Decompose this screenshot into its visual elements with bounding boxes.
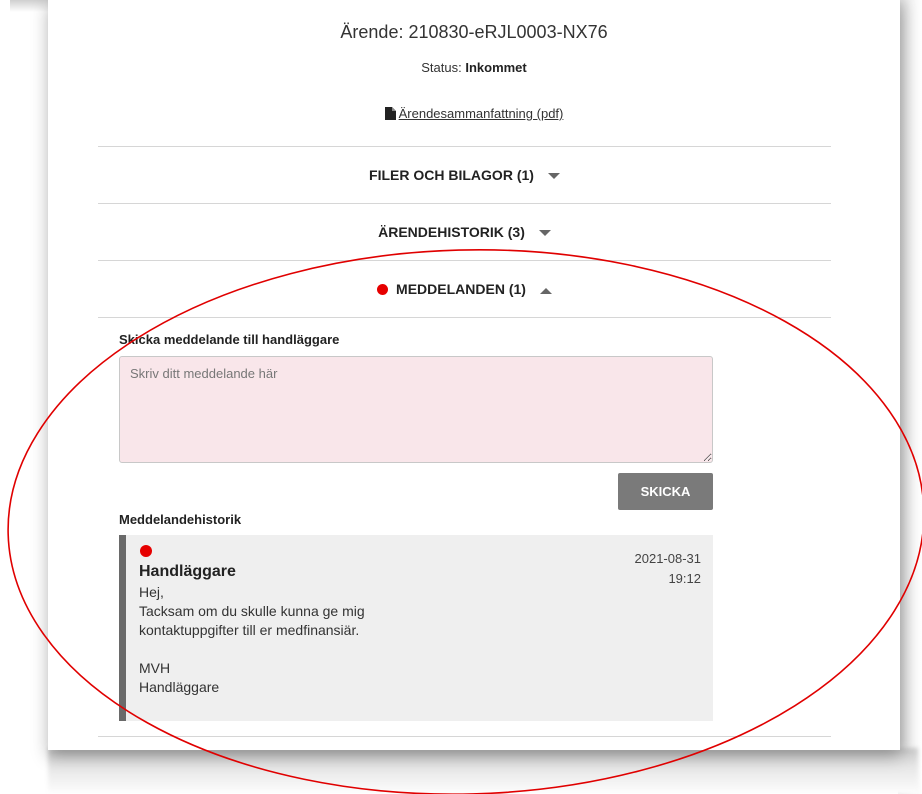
- message-body: Hej, Tacksam om du skulle kunna ge mig k…: [139, 584, 365, 695]
- section-case-history[interactable]: ÄRENDEHISTORIK (3): [98, 204, 831, 260]
- compose-label: Skicka meddelande till handläggare: [119, 332, 340, 347]
- status-label: Status:: [421, 60, 462, 75]
- section-messages[interactable]: MEDDELANDEN (1): [98, 261, 831, 317]
- section-files-attachments[interactable]: FILER OCH BILAGOR (1): [98, 147, 831, 203]
- document-icon: [384, 107, 396, 123]
- section-label: MEDDELANDEN (1): [396, 281, 526, 297]
- message-input[interactable]: [119, 356, 713, 463]
- bottom-shadow: [48, 748, 918, 794]
- message-timestamp: 2021-08-31 19:12: [635, 549, 702, 589]
- caret-down-icon: [547, 167, 560, 183]
- status-value: Inkommet: [465, 60, 527, 75]
- screenshot-stage: Ärende: 210830-eRJL0003-NX76 Status: Ink…: [0, 0, 922, 794]
- unread-dot: [140, 545, 152, 557]
- right-shadow: [898, 0, 922, 794]
- send-button[interactable]: SKICKA: [618, 473, 713, 510]
- message-sender: Handläggare: [139, 563, 236, 580]
- case-title: Ärende: 210830-eRJL0003-NX76: [340, 22, 608, 42]
- section-divider: [98, 736, 831, 737]
- unread-indicator-dot: [377, 283, 389, 295]
- message-time: 19:12: [668, 571, 701, 586]
- section-label: FILER OCH BILAGOR (1): [369, 167, 534, 183]
- caret-up-icon: [539, 281, 552, 297]
- section-label: ÄRENDEHISTORIK (3): [378, 224, 525, 240]
- caret-down-icon: [538, 224, 551, 240]
- summary-pdf-row: Ärendesammanfattning (pdf): [48, 106, 900, 123]
- message-date: 2021-08-31: [634, 551, 702, 566]
- status-line: Status: Inkommet: [48, 60, 900, 75]
- message-history-label: Meddelandehistorik: [119, 512, 242, 527]
- summary-pdf-link[interactable]: Ärendesammanfattning (pdf): [399, 106, 564, 121]
- message-card: Handläggare Hej, Tacksam om du skulle ku…: [119, 535, 713, 721]
- section-divider: [98, 317, 831, 318]
